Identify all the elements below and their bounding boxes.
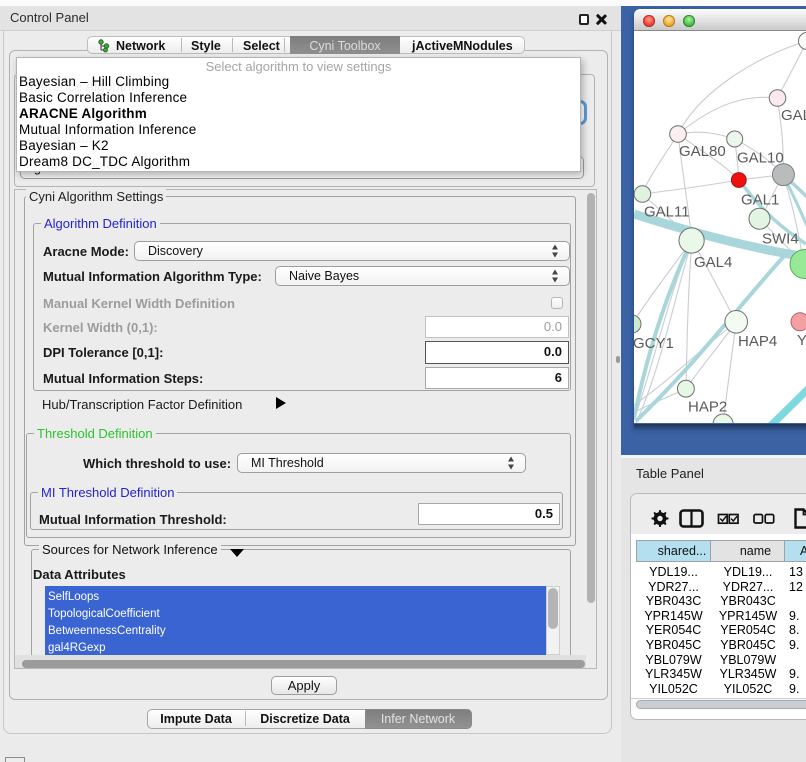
svg-text:GAL2: GAL2 xyxy=(781,107,806,124)
svg-text:SWI4: SWI4 xyxy=(762,231,799,248)
svg-text:GAL10: GAL10 xyxy=(737,150,784,167)
svg-text:YJ: YJ xyxy=(797,332,806,349)
svg-text:GAL11: GAL11 xyxy=(644,203,690,220)
svg-text:GAL1: GAL1 xyxy=(741,192,779,209)
svg-text:GAL4: GAL4 xyxy=(694,254,732,271)
svg-text:GAL80: GAL80 xyxy=(679,143,726,160)
svg-text:HAP4: HAP4 xyxy=(738,333,777,350)
svg-text:HAP2: HAP2 xyxy=(688,399,727,416)
svg-text:GCY1: GCY1 xyxy=(634,335,674,352)
